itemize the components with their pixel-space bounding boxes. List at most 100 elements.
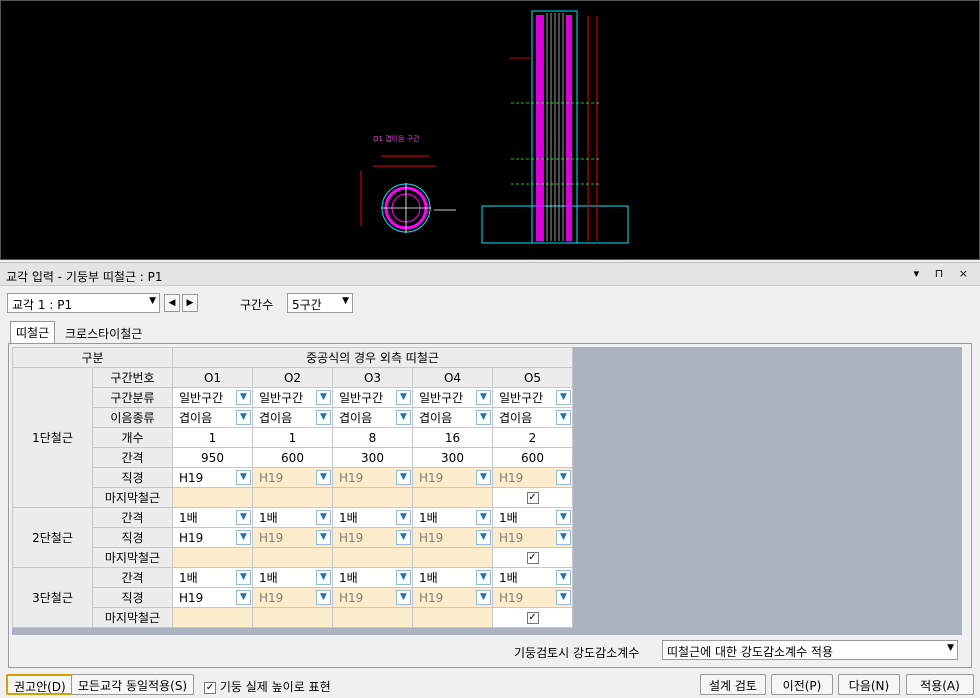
dia-cell[interactable]: H19 ▼ [252,527,333,548]
chevron-down-icon[interactable]: ▼ [556,410,571,425]
chevron-down-icon[interactable]: ▼ [476,570,491,585]
count-cell[interactable]: 2 [492,427,573,448]
chevron-down-icon[interactable]: ▼ [396,590,411,605]
dia-cell[interactable]: H19 ▼ [172,587,253,608]
last-bar-checkbox[interactable]: ✓ [526,492,539,504]
chevron-down-icon[interactable]: ▼ [316,470,331,485]
splice-cell[interactable]: 겹이음 ▼ [492,407,573,428]
spacing-cell[interactable]: 300 [332,447,413,468]
dia-cell[interactable]: H19 ▼ [412,467,493,488]
prev-pier-button[interactable]: ◀ [164,294,180,312]
chevron-down-icon[interactable]: ▼ [476,510,491,525]
chevron-down-icon[interactable]: ▼ [316,410,331,425]
mult-cell[interactable]: 1배 ▼ [252,507,333,528]
dia-cell[interactable]: H19 ▼ [492,587,573,608]
chevron-down-icon[interactable]: ▼ [396,390,411,405]
chevron-down-icon[interactable]: ▼ [476,470,491,485]
chevron-down-icon[interactable]: ▼ [236,410,251,425]
kind-cell[interactable]: 일반구간 ▼ [412,387,493,408]
tab-cross-tie[interactable]: 크로스타이철근 [60,323,147,343]
splice-cell[interactable]: 겹이음 ▼ [252,407,333,428]
dia-cell[interactable]: H19 ▼ [332,527,413,548]
chevron-down-icon[interactable]: ▼ [236,470,251,485]
chevron-down-icon[interactable]: ▼ [476,530,491,545]
recommend-button[interactable]: 권고안(D) [6,674,74,695]
chevron-down-icon[interactable]: ▼ [396,510,411,525]
mult-cell[interactable]: 1배 ▼ [172,507,253,528]
chevron-down-icon[interactable]: ▼ [556,470,571,485]
chevron-down-icon[interactable]: ▼ [236,510,251,525]
dia-cell[interactable]: H19 ▼ [492,467,573,488]
chevron-down-icon[interactable]: ▼ [556,590,571,605]
chevron-down-icon[interactable]: ▼ [236,590,251,605]
mult-cell[interactable]: 1배 ▼ [332,507,413,528]
apply-button[interactable]: 적용(A) [906,674,974,695]
mult-cell[interactable]: 1배 ▼ [332,567,413,588]
spacing-cell[interactable]: 950 [172,447,253,468]
chevron-down-icon[interactable]: ▼ [236,570,251,585]
count-cell[interactable]: 1 [172,427,253,448]
splice-cell[interactable]: 겹이음 ▼ [332,407,413,428]
splice-cell[interactable]: 겹이음 ▼ [412,407,493,428]
dia-cell[interactable]: H19 ▼ [332,467,413,488]
dia-cell[interactable]: H19 ▼ [412,527,493,548]
mult-cell[interactable]: 1배 ▼ [412,567,493,588]
tab-tie-bar[interactable]: 띠철근 [10,321,56,344]
chevron-down-icon[interactable]: ▼ [476,410,491,425]
chevron-down-icon[interactable]: ▼ [236,390,251,405]
panel-window-controls[interactable]: ▾ ⊓ × [914,267,974,280]
mult-cell[interactable]: 1배 ▼ [172,567,253,588]
chevron-down-icon[interactable]: ▼ [556,510,571,525]
dia-cell[interactable]: H19 ▼ [412,587,493,608]
count-cell[interactable]: 8 [332,427,413,448]
spacing-cell[interactable]: 300 [412,447,493,468]
count-cell[interactable]: 1 [252,427,333,448]
next-button[interactable]: 다음(N) [838,674,900,695]
kind-cell[interactable]: 일반구간 ▼ [492,387,573,408]
actual-height-checkbox[interactable]: ✓ [204,681,216,694]
prev-button[interactable]: 이전(P) [771,674,833,695]
chevron-down-icon[interactable]: ▼ [556,570,571,585]
chevron-down-icon[interactable]: ▼ [396,530,411,545]
cad-viewport[interactable]: O1 겹이음 구간 [0,0,980,260]
mult-cell[interactable]: 1배 ▼ [492,567,573,588]
chevron-down-icon[interactable]: ▼ [396,410,411,425]
spacing-cell[interactable]: 600 [492,447,573,468]
chevron-down-icon[interactable]: ▼ [476,590,491,605]
mult-cell[interactable]: 1배 ▼ [412,507,493,528]
chevron-down-icon[interactable]: ▼ [316,510,331,525]
kind-cell[interactable]: 일반구간 ▼ [252,387,333,408]
kind-cell[interactable]: 일반구간 ▼ [172,387,253,408]
dia-cell[interactable]: H19 ▼ [252,467,333,488]
pier-select[interactable]: 교각 1 : P1 ▼ [7,293,160,313]
dia-cell[interactable]: H19 ▼ [332,587,413,608]
dia-cell[interactable]: H19 ▼ [252,587,333,608]
splice-cell[interactable]: 겹이음 ▼ [172,407,253,428]
chevron-down-icon[interactable]: ▼ [236,530,251,545]
chevron-down-icon[interactable]: ▼ [556,530,571,545]
chevron-down-icon[interactable]: ▼ [316,590,331,605]
chevron-down-icon[interactable]: ▼ [556,390,571,405]
last-bar-checkbox[interactable]: ✓ [526,552,539,564]
chevron-down-icon[interactable]: ▼ [316,390,331,405]
dia-cell[interactable]: H19 ▼ [172,527,253,548]
kind-cell[interactable]: 일반구간 ▼ [332,387,413,408]
mult-cell[interactable]: 1배 ▼ [492,507,573,528]
dia-cell[interactable]: H19 ▼ [172,467,253,488]
apply-all-piers-button[interactable]: 모든교각 동일적용(S) [71,674,195,695]
reduction-factor-select[interactable]: 띠철근에 대한 강도감소계수 적용 ▼ [662,640,958,660]
count-cell[interactable]: 16 [412,427,493,448]
spacing-cell[interactable]: 600 [252,447,333,468]
chevron-down-icon[interactable]: ▼ [476,390,491,405]
chevron-down-icon[interactable]: ▼ [316,570,331,585]
design-check-button[interactable]: 설계 검토 [700,674,766,695]
dia-cell[interactable]: H19 ▼ [492,527,573,548]
next-pier-button[interactable]: ▶ [182,294,198,312]
section-count-select[interactable]: 5구간 ▼ [287,293,353,313]
actual-height-option[interactable]: ✓ 기둥 실제 높이로 표현 [204,678,331,695]
chevron-down-icon[interactable]: ▼ [316,530,331,545]
chevron-down-icon[interactable]: ▼ [396,470,411,485]
mult-cell[interactable]: 1배 ▼ [252,567,333,588]
chevron-down-icon[interactable]: ▼ [396,570,411,585]
last-bar-checkbox[interactable]: ✓ [526,612,539,624]
